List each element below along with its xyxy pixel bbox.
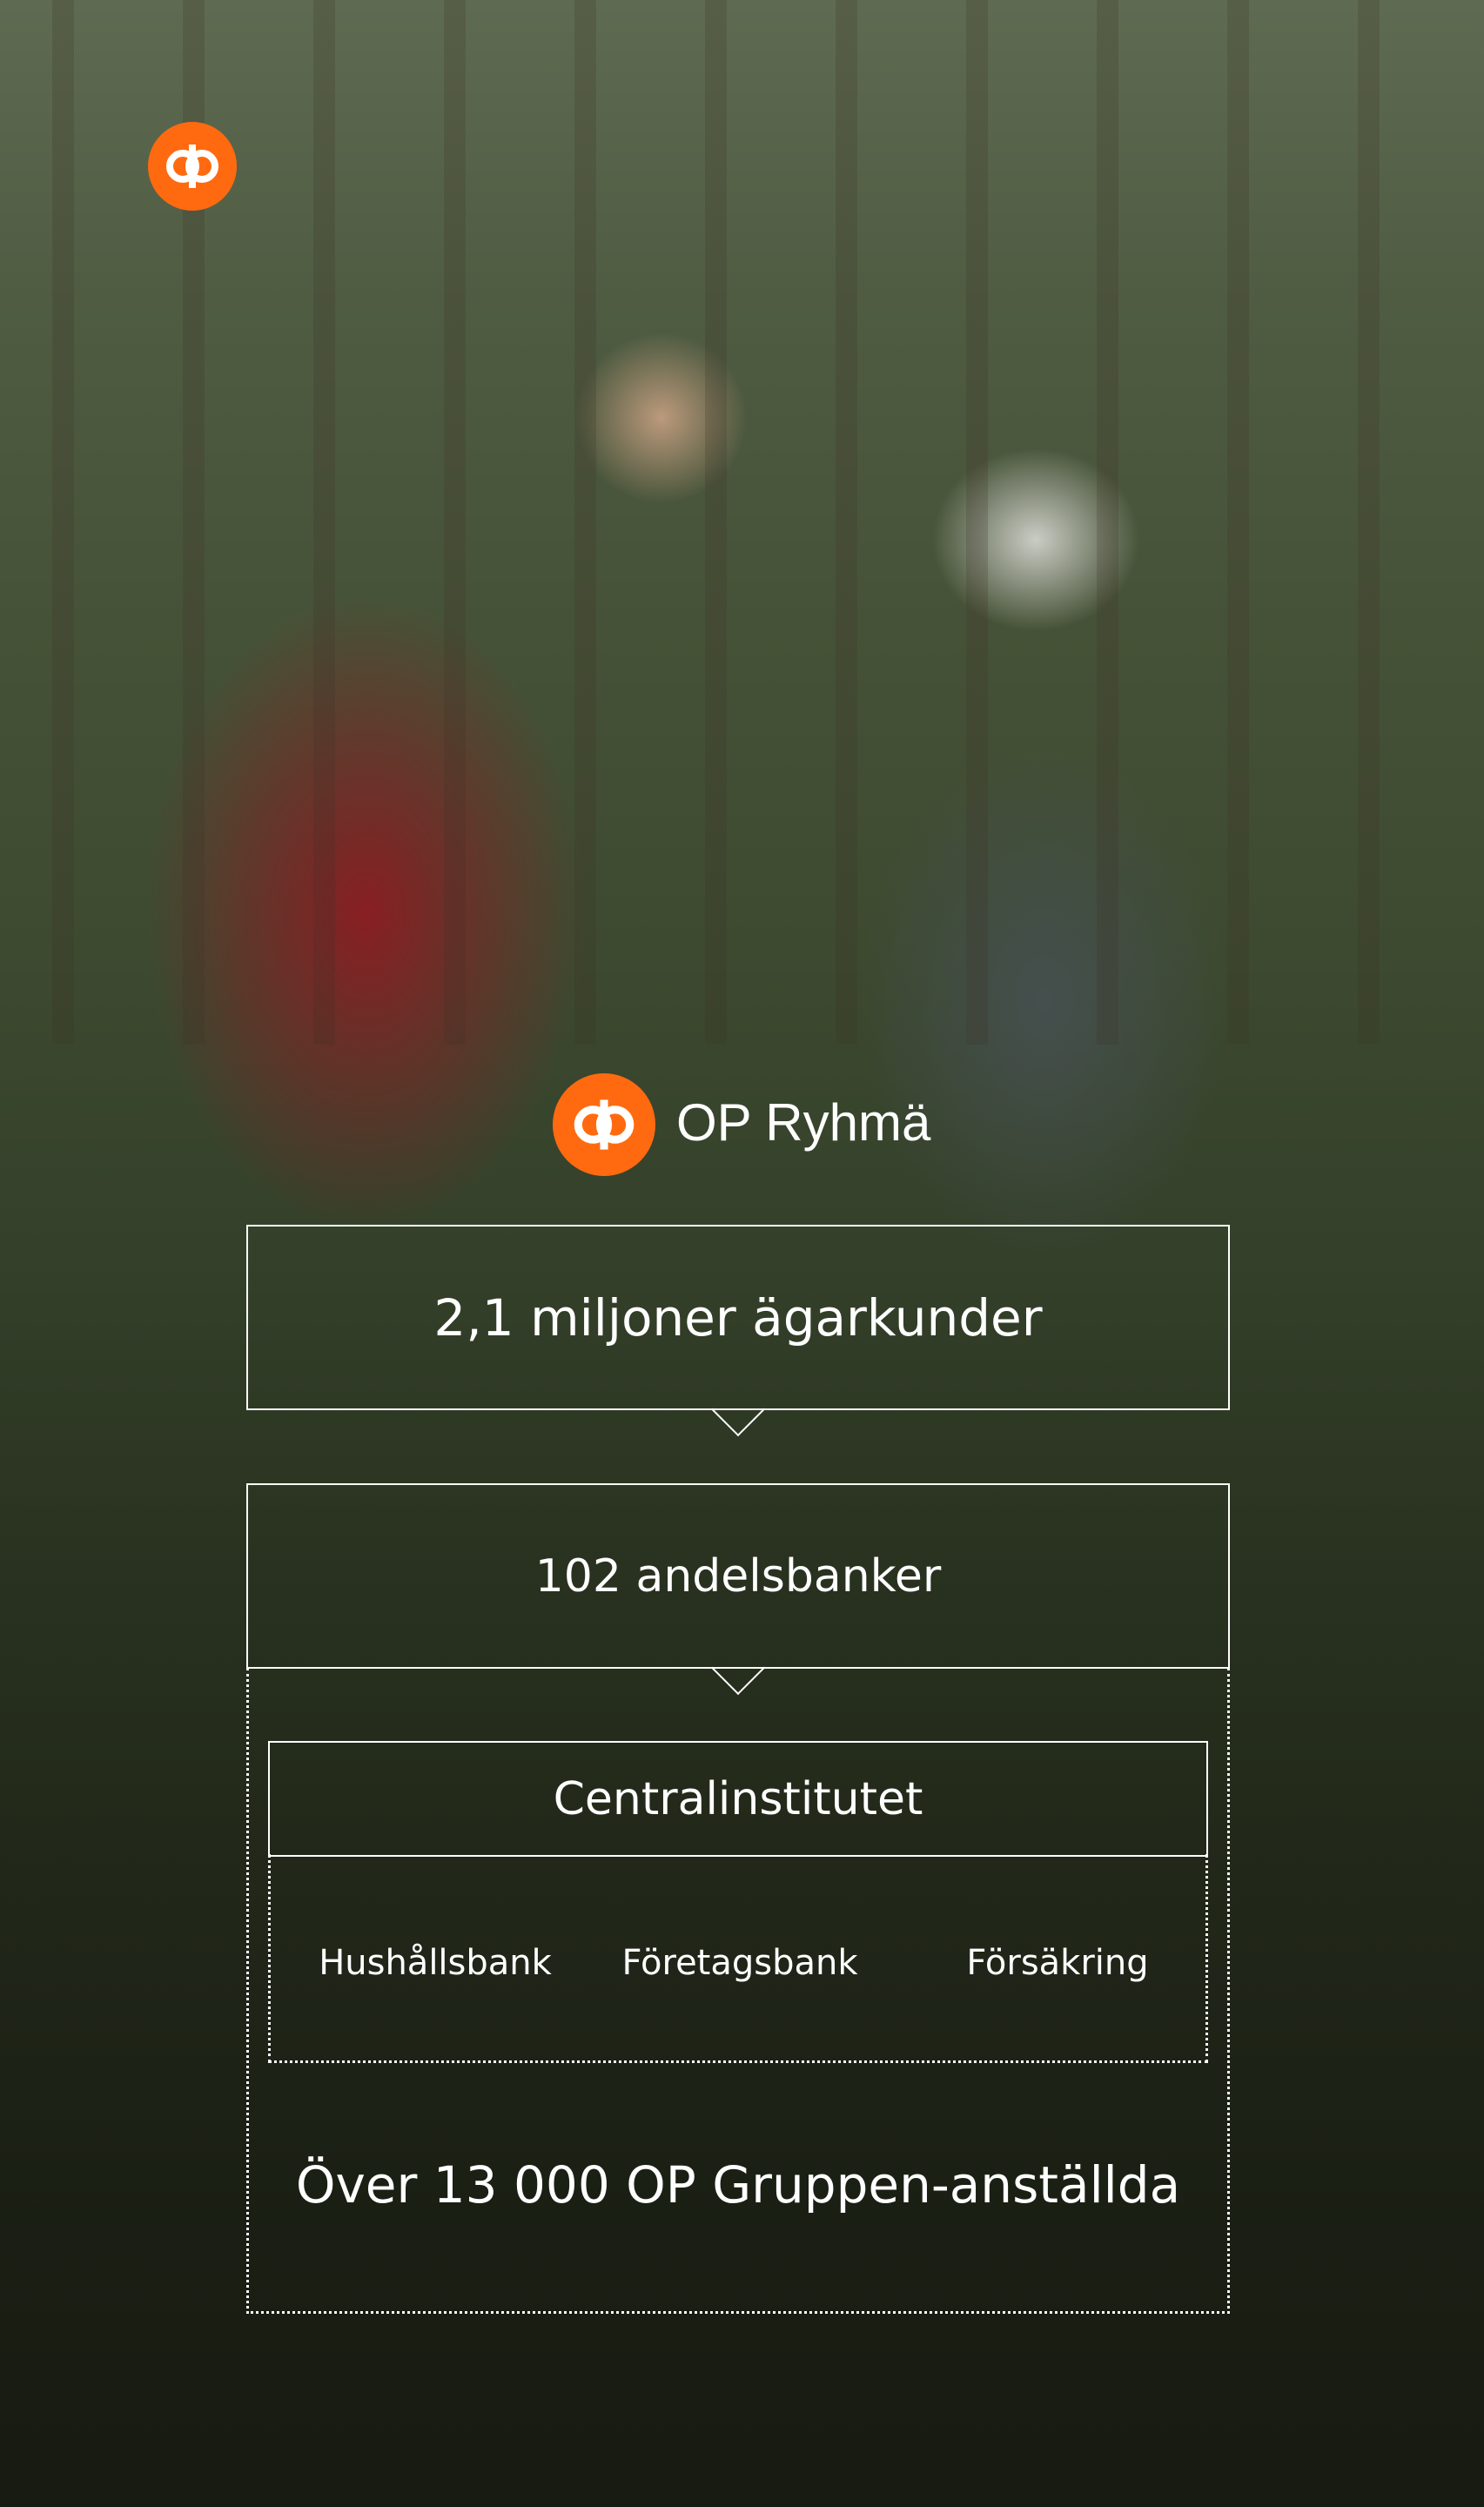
unit-corporate-bank: Företagsbank: [621, 1943, 858, 1983]
owners-label: 2,1 miljoner ägarkunder: [433, 1287, 1043, 1348]
unit-insurance: Försäkring: [966, 1943, 1149, 1983]
unit-household-bank: Hushållsbank: [319, 1943, 552, 1983]
op-logo-icon: [553, 1073, 655, 1176]
brand-name: OP Ryhmä: [676, 1093, 931, 1152]
employees-label: Över 13 000 OP Gruppen-anställda: [295, 2155, 1181, 2215]
central-institute-box: Centralinstitutet: [268, 1741, 1208, 1857]
banks-label: 102 andelsbanker: [534, 1549, 942, 1603]
op-logo-icon: [148, 122, 237, 211]
central-institute-label: Centralinstitutet: [553, 1772, 923, 1825]
